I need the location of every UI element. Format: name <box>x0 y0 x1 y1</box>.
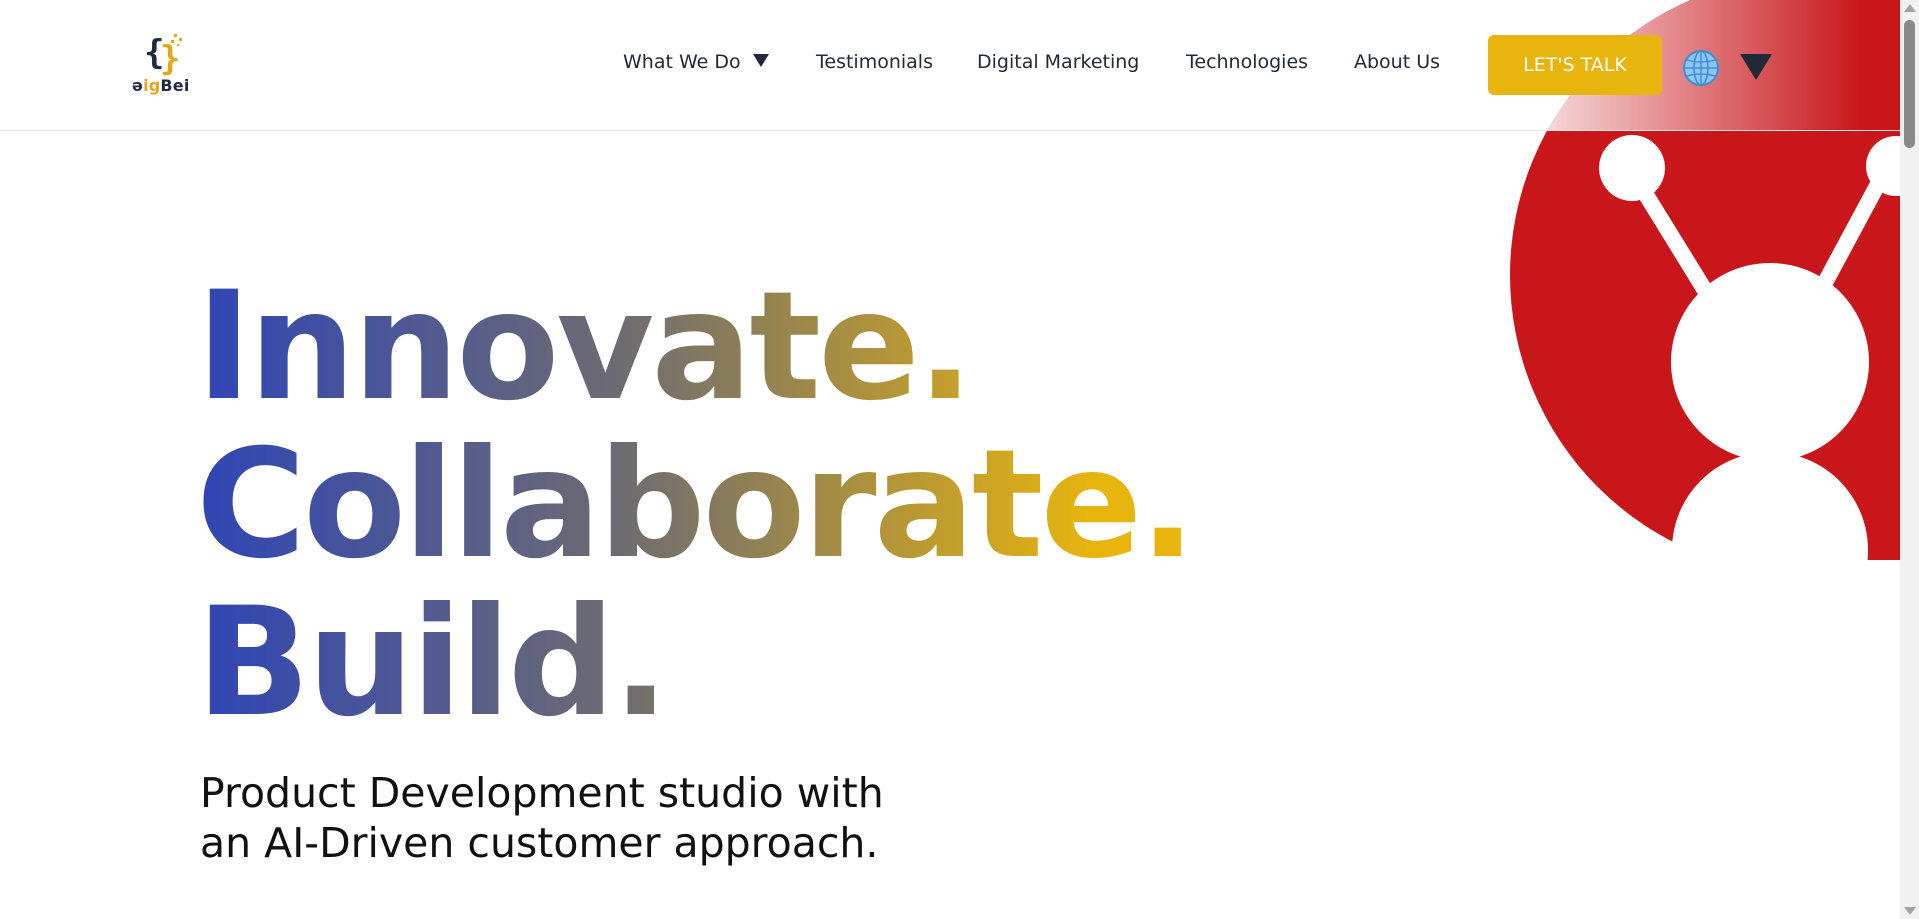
language-dropdown-caret-icon[interactable] <box>1740 54 1772 80</box>
hero-subheading-line-1: Product Development studio with <box>200 769 884 817</box>
nav-item-about-us[interactable]: About Us <box>1354 51 1440 73</box>
scroll-up-arrow-icon[interactable] <box>1904 4 1916 12</box>
nav-item-technologies[interactable]: Technologies <box>1186 51 1308 73</box>
site-header: { } əigBei What We Do Testimonials Digit… <box>0 0 1900 131</box>
scrollbar-thumb[interactable] <box>1904 20 1915 148</box>
hero-headline: Innovate. Collaborate. Build. <box>196 268 1196 742</box>
lets-talk-button[interactable]: LET'S TALK <box>1488 35 1662 95</box>
headline-innovate: Innovate. <box>196 268 1193 426</box>
page: { } əigBei What We Do Testimonials Digit… <box>0 0 1919 919</box>
globe-icon[interactable] <box>1682 49 1720 87</box>
nav-item-what-we-do-label: What We Do <box>623 51 741 73</box>
hero-subheading: Product Development studio with an AI-Dr… <box>200 768 960 868</box>
scroll-down-arrow-icon[interactable] <box>1904 907 1916 915</box>
nav-item-testimonials[interactable]: Testimonials <box>816 51 933 73</box>
nav-item-digital-marketing[interactable]: Digital Marketing <box>977 51 1139 73</box>
headline-build: Build. <box>196 584 1193 742</box>
headline-collaborate: Collaborate. <box>196 418 1196 592</box>
nav-item-what-we-do[interactable]: What We Do <box>623 51 769 73</box>
chevron-down-icon <box>752 54 769 67</box>
hero-subheading-line-2: an AI-Driven customer approach. <box>200 819 879 867</box>
page-scrollbar[interactable] <box>1900 0 1919 919</box>
